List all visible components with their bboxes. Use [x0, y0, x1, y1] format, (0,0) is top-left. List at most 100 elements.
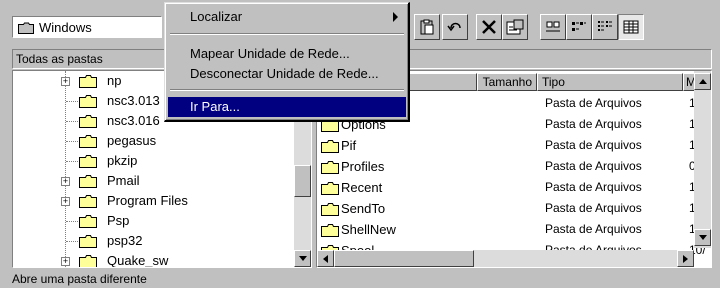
tree-item-label: pegasus — [107, 133, 157, 148]
tree-item-label: Quake_sw — [107, 253, 169, 268]
tree-branch-line — [66, 161, 78, 162]
expand-toggle[interactable]: + — [61, 197, 70, 206]
scroll-thumb[interactable] — [334, 250, 474, 267]
folder-icon — [321, 224, 339, 240]
delete-button[interactable] — [476, 14, 502, 40]
menu-item-go-to[interactable]: Ir Para... — [168, 97, 406, 117]
list-item-type: Pasta de Arquivos — [545, 117, 642, 131]
small-icons-button[interactable] — [566, 14, 592, 40]
list-item-name: ShellNew — [341, 222, 396, 237]
arrow-up-icon — [698, 79, 707, 84]
expand-toggle[interactable]: + — [61, 257, 70, 266]
delete-icon — [482, 20, 496, 34]
menu-item-label: Mapear Unidade de Rede... — [190, 46, 350, 61]
arrow-down-icon — [698, 235, 707, 240]
arrow-down-icon — [298, 256, 307, 261]
expand-toggle[interactable]: + — [61, 177, 70, 186]
tree-item-label: Program Files — [107, 193, 188, 208]
tree-branch-line — [66, 141, 78, 142]
folder-icon — [79, 155, 97, 171]
properties-icon — [506, 19, 524, 35]
list-item-type: Pasta de Arquivos — [545, 222, 642, 236]
scroll-thumb[interactable] — [294, 165, 311, 197]
details-view-icon — [623, 20, 639, 34]
list-item[interactable]: SendToPasta de Arquivos10/ — [317, 198, 706, 219]
large-icons-icon — [546, 21, 560, 32]
column-header-size[interactable]: Tamanho — [477, 73, 537, 91]
folder-icon — [79, 255, 97, 267]
list-vertical-scrollbar[interactable] — [694, 71, 711, 248]
tree-item-label: nsc3.013 — [107, 93, 160, 108]
paste-icon — [420, 19, 434, 35]
address-value: Windows — [39, 20, 92, 35]
menu-item-map-network-drive[interactable]: Mapear Unidade de Rede... — [168, 44, 406, 64]
scroll-right-button[interactable] — [677, 250, 694, 267]
scroll-down-button[interactable] — [694, 229, 711, 246]
expand-toggle[interactable]: + — [61, 77, 70, 86]
menu-item-label: Desconectar Unidade de Rede... — [190, 66, 379, 81]
arrow-left-icon — [323, 254, 328, 263]
tree-item-label: np — [107, 73, 122, 88]
menu-separator — [170, 89, 404, 91]
list-view-button[interactable] — [592, 14, 618, 40]
folder-icon — [79, 75, 97, 91]
tree-branch-line — [66, 101, 78, 102]
list-view-icon — [598, 21, 612, 31]
tree-item-label: Pmail — [107, 173, 140, 188]
undo-icon — [447, 22, 461, 32]
list-item-type: Pasta de Arquivos — [545, 201, 642, 215]
arrow-right-icon — [683, 254, 688, 263]
folder-icon — [79, 195, 97, 211]
folder-icon — [79, 115, 97, 131]
tree-item-label: pkzip — [107, 153, 138, 168]
menu-item-disconnect-network-drive[interactable]: Desconectar Unidade de Rede... — [168, 64, 406, 84]
folder-icon — [321, 182, 339, 198]
go-menu-popup: Localizar Mapear Unidade de Rede... Desc… — [164, 2, 410, 122]
address-combo[interactable]: Windows — [12, 16, 162, 38]
list-item-name: SendTo — [341, 201, 386, 216]
list-item[interactable]: PifPasta de Arquivos10/ — [317, 135, 706, 156]
list-item-name: Recent — [341, 180, 383, 195]
scroll-up-button[interactable] — [694, 73, 711, 90]
folder-icon — [79, 235, 97, 251]
list-horizontal-scrollbar[interactable] — [317, 250, 694, 267]
list-item-type: Pasta de Arquivos — [545, 180, 642, 194]
folder-icon — [79, 95, 97, 111]
folder-icon — [79, 135, 97, 151]
tree-branch-line — [66, 121, 78, 122]
menu-item-find[interactable]: Localizar — [168, 7, 406, 27]
large-icons-button[interactable] — [540, 14, 566, 40]
small-icons-icon — [572, 22, 586, 31]
folder-icon — [18, 22, 34, 37]
list-item-name: Pif — [341, 138, 357, 153]
list-item[interactable]: ShellNewPasta de Arquivos10/ — [317, 219, 706, 240]
folder-icon — [321, 140, 339, 156]
list-item[interactable]: ProfilesPasta de Arquivos02/ — [317, 156, 706, 177]
folder-icon — [79, 175, 97, 191]
scroll-left-button[interactable] — [317, 250, 334, 267]
list-item-type: Pasta de Arquivos — [545, 96, 642, 110]
status-text: Abre uma pasta diferente — [12, 272, 147, 286]
details-view-button[interactable] — [618, 14, 644, 40]
tree-item-label: psp32 — [107, 233, 143, 248]
tree-item-label: Psp — [107, 213, 130, 228]
undo-button[interactable] — [442, 14, 468, 40]
scroll-down-button[interactable] — [294, 250, 311, 267]
list-item-type: Pasta de Arquivos — [545, 159, 642, 173]
folder-icon — [321, 161, 339, 177]
tree-item-label: nsc3.016 — [107, 113, 160, 128]
tree-branch-line — [66, 221, 78, 222]
folder-icon — [321, 203, 339, 219]
menu-separator — [170, 33, 404, 35]
status-bar: Abre uma pasta diferente — [0, 270, 720, 288]
menu-item-label: Ir Para... — [190, 99, 240, 114]
column-header-type[interactable]: Tipo — [537, 73, 683, 91]
submenu-arrow-icon — [393, 12, 398, 22]
tree-branch-line — [66, 241, 78, 242]
properties-button[interactable] — [502, 14, 528, 40]
menu-item-label: Localizar — [190, 9, 243, 24]
list-item-type: Pasta de Arquivos — [545, 138, 642, 152]
paste-button[interactable] — [414, 14, 440, 40]
folder-icon — [79, 215, 97, 231]
list-item[interactable]: RecentPasta de Arquivos10/ — [317, 177, 706, 198]
